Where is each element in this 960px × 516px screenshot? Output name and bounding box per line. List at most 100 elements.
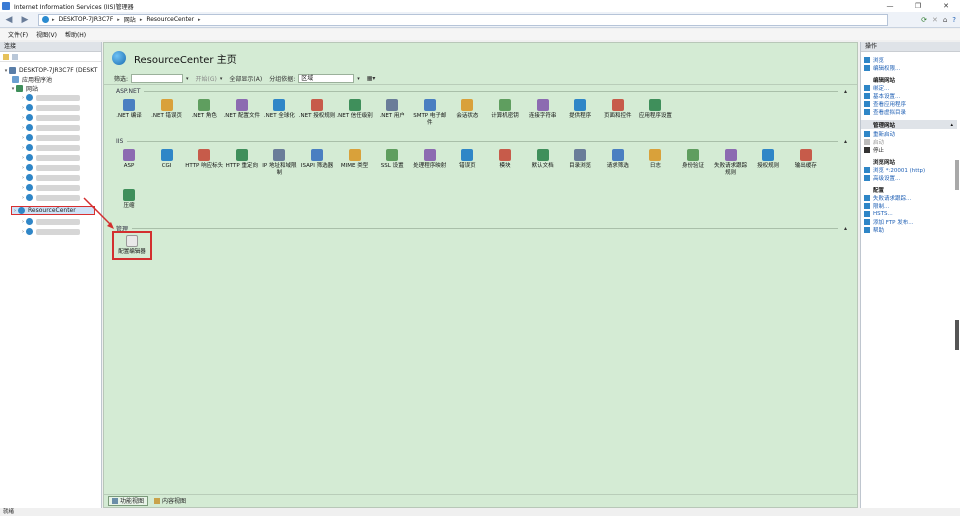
menu-help[interactable]: 帮助(H) [65, 30, 86, 39]
tree-site-hidden[interactable]: › [20, 193, 80, 202]
feature-tile[interactable]: 处理程序映射 [411, 149, 449, 170]
tab-content-view[interactable]: 内容视图 [151, 496, 189, 506]
feature-tile[interactable]: SMTP 电子邮件 [411, 99, 449, 127]
action-link[interactable]: 绑定... [861, 84, 957, 92]
feature-tile[interactable]: 会话状态 [448, 99, 486, 120]
stop-icon[interactable]: ✕ [932, 16, 938, 24]
tree-site-hidden[interactable]: › [20, 227, 80, 236]
feature-tile[interactable]: .NET 信任级别 [336, 99, 374, 120]
breadcrumb-site[interactable]: ResourceCenter [146, 16, 194, 23]
tree-site-hidden[interactable]: › [20, 103, 80, 112]
tree-site-hidden[interactable]: › [20, 173, 80, 182]
collapse-icon[interactable]: ▴ [844, 88, 847, 95]
feature-tile[interactable]: ISAPI 筛选器 [298, 149, 336, 170]
action-link[interactable]: 基本设置... [861, 92, 957, 100]
tree-site-hidden[interactable]: › [20, 123, 80, 132]
feature-tile[interactable]: 输出缓存 [787, 149, 825, 170]
feature-tile[interactable]: HTTP 响应标头 [185, 149, 223, 170]
action-link[interactable]: HSTS... [861, 210, 957, 218]
refresh-icon[interactable]: ⟳ [921, 16, 927, 24]
feature-tile[interactable]: 连接字符串 [524, 99, 562, 120]
feature-tile[interactable]: 应用程序设置 [636, 99, 674, 120]
save-icon[interactable] [12, 53, 18, 60]
feature-tile[interactable]: 目录浏览 [561, 149, 599, 170]
action-link[interactable]: 查看应用程序 [861, 100, 957, 108]
filter-start-button[interactable]: 开始(G) [196, 74, 217, 83]
chevron-down-icon[interactable]: ▾ [220, 76, 223, 82]
feature-tile[interactable]: 计算机密钥 [486, 99, 524, 120]
action-link[interactable]: 编辑权限... [861, 64, 957, 72]
tree-app-pools[interactable]: 应用程序池 [12, 75, 52, 84]
feature-tile[interactable]: .NET 角色 [185, 99, 223, 120]
action-plain[interactable]: 停止 [861, 146, 957, 154]
feature-tile[interactable]: HTTP 重定向 [223, 149, 261, 170]
feature-tile[interactable]: 模块 [486, 149, 524, 170]
feature-tile[interactable]: .NET 配置文件 [223, 99, 261, 120]
view-mode-icon[interactable]: ▦▾ [367, 75, 376, 82]
back-arrow-icon[interactable]: ◀ [2, 14, 16, 26]
feature-tile[interactable]: .NET 全球化 [260, 99, 298, 120]
home-icon[interactable]: ⌂ [943, 16, 947, 24]
action-link[interactable]: 失败请求跟踪... [861, 194, 957, 202]
action-link[interactable]: 浏览 *:20001 (http) [861, 166, 957, 174]
feature-tile[interactable]: .NET 用户 [373, 99, 411, 120]
action-link[interactable]: 添加 FTP 发布... [861, 218, 957, 226]
forward-arrow-icon[interactable]: ▶ [18, 14, 32, 26]
feature-tile[interactable]: ASP [110, 149, 148, 170]
tree-site-hidden[interactable]: › [20, 183, 80, 192]
tree-site-hidden[interactable]: › [20, 113, 80, 122]
feature-tile[interactable]: 页面和控件 [599, 99, 637, 120]
menu-view[interactable]: 视图(V) [36, 30, 57, 39]
tree-site-resourcecenter[interactable]: › ResourceCenter [11, 206, 95, 215]
maximize-button[interactable]: ❐ [904, 0, 932, 12]
chevron-down-icon[interactable]: ▾ [186, 76, 189, 82]
action-link[interactable]: 浏览 [861, 56, 957, 64]
breadcrumb-sites[interactable]: 网站 [124, 15, 136, 24]
minimize-button[interactable]: — [876, 0, 904, 12]
feature-tile[interactable]: 压缩 [110, 189, 148, 210]
feature-tile[interactable]: 失败请求跟踪规则 [712, 149, 750, 177]
feature-config-editor[interactable]: 配置编辑器 [112, 231, 152, 260]
close-button[interactable]: ✕ [932, 0, 960, 12]
menu-file[interactable]: 文件(F) [8, 30, 28, 39]
chevron-down-icon[interactable]: ▾ [357, 76, 360, 82]
collapse-icon[interactable]: ▴ [950, 122, 953, 128]
breadcrumb-server[interactable]: DESKTOP-7JR3C7F [59, 16, 114, 23]
feature-tile[interactable]: MIME 类型 [336, 149, 374, 170]
group-by-select[interactable]: 区域 [298, 74, 355, 83]
tree-site-hidden[interactable]: › [20, 163, 80, 172]
show-all-button[interactable]: 全部显示(A) [229, 74, 262, 83]
feature-tile[interactable]: 提供程序 [561, 99, 599, 120]
collapse-icon[interactable]: ▴ [844, 138, 847, 145]
action-link[interactable]: 重新启动 [861, 130, 957, 138]
feature-tile[interactable]: 默认文档 [524, 149, 562, 170]
feature-tile[interactable]: .NET 编译 [110, 99, 148, 120]
feature-tile[interactable]: .NET 授权规则 [298, 99, 336, 120]
feature-tile[interactable]: IP 地址和域限制 [260, 149, 298, 177]
tree-sites[interactable]: ▾ 网站 [10, 84, 38, 93]
feature-tile[interactable]: SSL 设置 [373, 149, 411, 170]
feature-tile[interactable]: 错误页 [448, 149, 486, 170]
feature-tile[interactable]: 身份验证 [674, 149, 712, 170]
scrollbar-thumb[interactable] [955, 160, 959, 190]
collapse-icon[interactable]: ▴ [844, 225, 847, 232]
action-link[interactable]: 查看虚拟目录 [861, 108, 957, 116]
breadcrumb[interactable]: ▸ DESKTOP-7JR3C7F ▸ 网站 ▸ ResourceCenter … [38, 13, 888, 26]
connect-icon[interactable] [3, 53, 9, 60]
feature-tile[interactable]: 授权规则 [749, 149, 787, 170]
feature-tile[interactable]: CGI [148, 149, 186, 170]
action-link[interactable]: 帮助 [861, 226, 957, 234]
tree-site-hidden[interactable]: › [20, 143, 80, 152]
feature-tile[interactable]: 日志 [636, 149, 674, 170]
tab-features-view[interactable]: 功能视图 [108, 496, 149, 506]
scrollbar-thumb[interactable] [955, 320, 959, 350]
filter-input[interactable] [131, 74, 184, 83]
action-link[interactable]: 高级设置... [861, 174, 957, 182]
action-link[interactable]: 限制... [861, 202, 957, 210]
tree-server[interactable]: ▾ DESKTOP-7JR3C7F (DESKT [3, 66, 97, 75]
help-icon[interactable]: ? [952, 16, 956, 24]
tree-site-hidden[interactable]: › [20, 133, 80, 142]
tree-site-hidden[interactable]: › [20, 93, 80, 102]
tree-site-hidden[interactable]: › [20, 153, 80, 162]
feature-tile[interactable]: .NET 错误页 [148, 99, 186, 120]
